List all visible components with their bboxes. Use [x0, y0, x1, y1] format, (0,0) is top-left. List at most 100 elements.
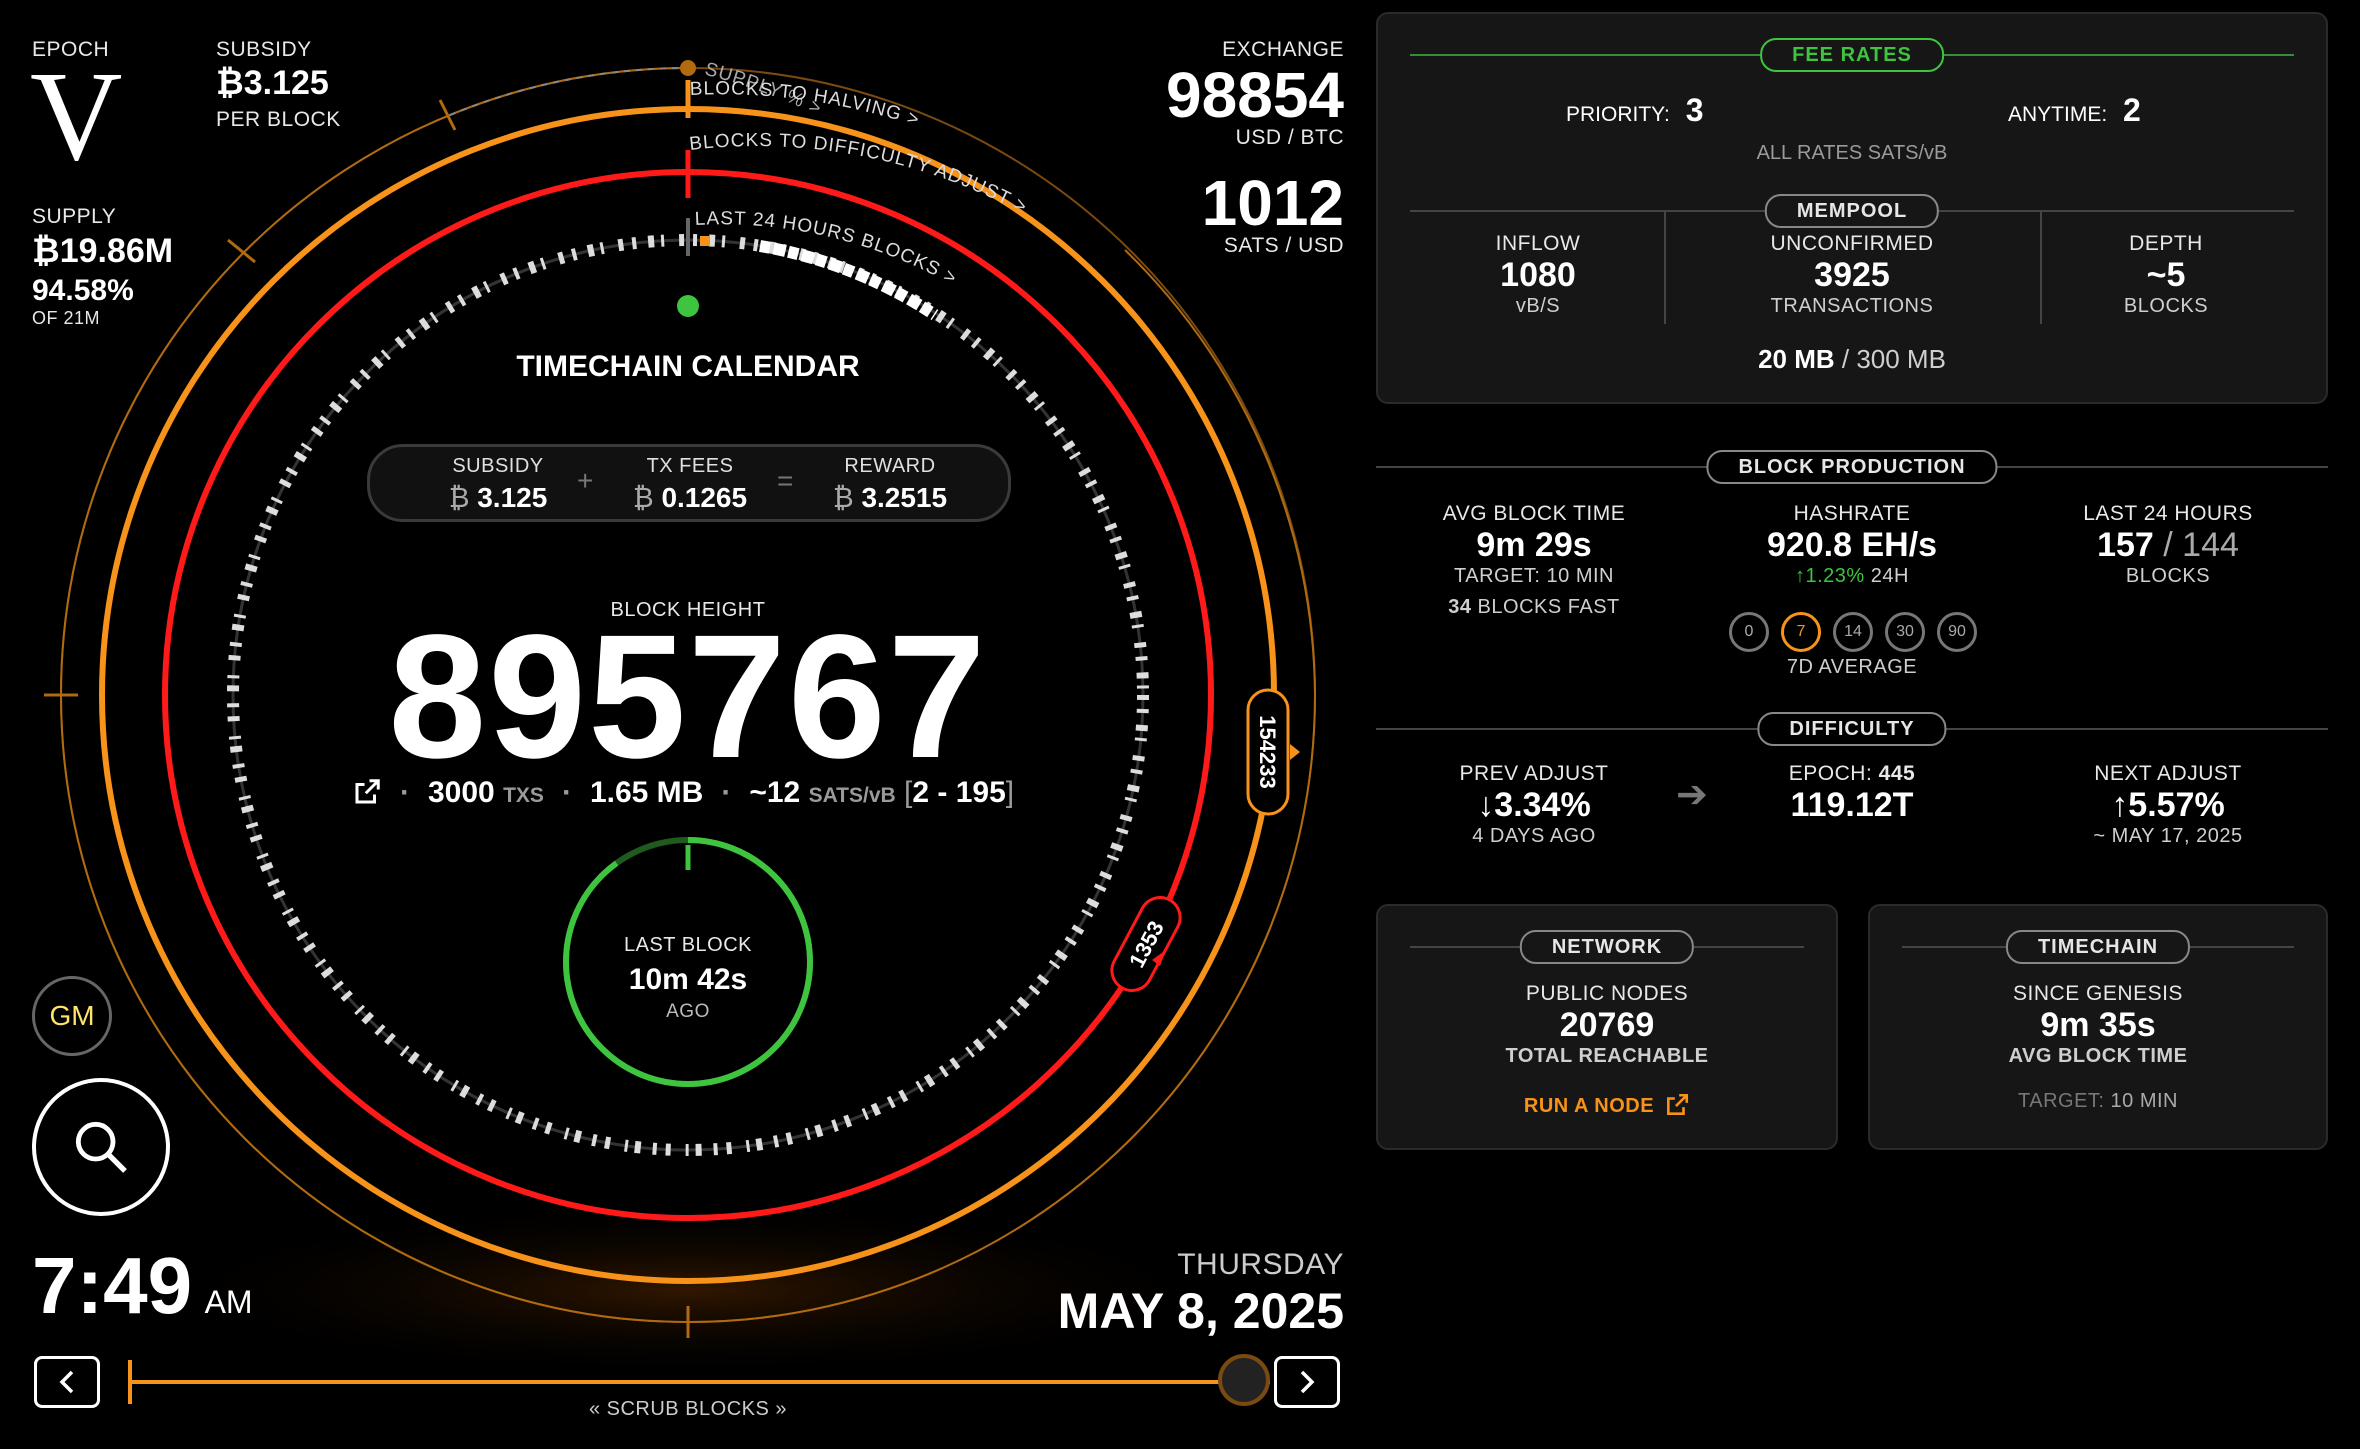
external-link-icon[interactable] — [352, 777, 382, 815]
external-link-icon — [1667, 1093, 1689, 1115]
next-adjust-label: NEXT ADJUST — [2094, 762, 2242, 785]
network-panel: NETWORK PUBLIC NODES 20769 TOTAL REACHAB… — [1376, 904, 1838, 1150]
mempool-size: 20 MB / 300 MB — [1652, 344, 2052, 375]
scrub-track[interactable] — [130, 1380, 1270, 1384]
depth-value: ~5 — [2146, 256, 2186, 294]
sats-unit: SATS / USD — [1223, 234, 1344, 257]
search-button[interactable] — [32, 1078, 170, 1216]
next-block-button[interactable] — [1274, 1356, 1340, 1408]
priority-fee: PRIORITY: 3 — [1566, 92, 1704, 129]
reward-subsidy: SUBSIDY ₿ 3.125 — [418, 455, 578, 514]
avg-option-7[interactable]: 7 — [1781, 612, 1821, 652]
live-indicator-dot — [677, 295, 699, 317]
reward-subsidy-label: SUBSIDY — [452, 455, 544, 477]
last24-arc-label: LAST 24 HOURS BLOCKS > — [694, 208, 960, 289]
last24-now-marker — [700, 236, 710, 246]
supply-of: OF 21M — [32, 308, 101, 328]
date: MAY 8, 2025 — [1057, 1283, 1344, 1339]
difficulty-current: EPOCH: 445 119.12T — [1702, 762, 2002, 825]
double-chevron-right-icon: » — [775, 1398, 788, 1420]
reward-total-label: REWARD — [844, 455, 936, 477]
mempool-col-divider — [2040, 212, 2042, 324]
mempool-title: MEMPOOL — [1764, 194, 1940, 228]
sats-per-usd: 1012 — [1201, 167, 1344, 239]
subsidy-unit: PER BLOCK — [216, 108, 341, 131]
avg-option-14[interactable]: 14 — [1833, 612, 1873, 652]
clock-ampm: AM — [204, 1284, 253, 1320]
last24-unit: BLOCKS — [2125, 565, 2211, 587]
chevron-left-icon — [59, 1370, 74, 1394]
btc-symbol: ₿ — [832, 482, 854, 513]
arrow-down-icon: ↓ — [1477, 786, 1495, 824]
avg-option-0[interactable]: 0 — [1729, 612, 1769, 652]
prev-block-button[interactable] — [34, 1356, 100, 1408]
priority-value: 3 — [1685, 92, 1704, 128]
block-fee-range: 2 - 195 — [912, 776, 1006, 809]
last24-count: 157 / 144 — [2018, 526, 2318, 565]
mempool-col-divider — [1664, 212, 1666, 324]
avg-caption: 7D AVERAGE — [1786, 656, 1918, 678]
prev-adjust-change: ↓3.34% — [1384, 786, 1684, 825]
next-adjust: NEXT ADJUST ↑5.57% ~ MAY 17, 2025 — [2018, 762, 2318, 848]
difficulty-epoch-label: EPOCH: — [1788, 762, 1873, 785]
reward-subsidy-value: 3.125 — [477, 482, 548, 513]
difficulty-title: DIFFICULTY — [1757, 712, 1947, 746]
subsidy-value: ₿3.125 — [216, 64, 329, 102]
gm-button[interactable]: GM — [32, 976, 112, 1056]
halving-badge[interactable]: 154233 — [1246, 688, 1290, 816]
reward-fees-value: 0.1265 — [661, 482, 748, 513]
scrub-handle[interactable] — [1218, 1354, 1270, 1406]
block-tx-count: 3000 — [428, 776, 495, 809]
last24-value: 157 — [2097, 526, 2154, 564]
mempool-size-total: / 300 MB — [1841, 344, 1946, 374]
since-genesis: SINCE GENESIS 9m 35s AVG BLOCK TIME — [1898, 982, 2298, 1068]
blocks-fast-label: BLOCKS FAST — [1477, 596, 1620, 618]
difficulty-badge[interactable]: 1353 — [1105, 890, 1187, 997]
timechain-target-value: 10 MIN — [2110, 1090, 2178, 1112]
network-title: NETWORK — [1519, 930, 1695, 964]
block-tx-unit: TXS — [503, 784, 544, 807]
last-24-hours: LAST 24 HOURS 157 / 144 BLOCKS — [2018, 502, 2318, 588]
block-fee-unit: SATS/vB — [808, 784, 896, 807]
last24-target: / 144 — [2163, 526, 2239, 564]
exchange-price-unit: USD / BTC — [1235, 126, 1344, 149]
fee-units-note: ALL RATES SATS/vB — [1756, 142, 1948, 164]
reward-fees: TX FEES ₿ 0.1265 — [610, 455, 770, 514]
arrow-up-icon: ↑ — [2111, 786, 2129, 824]
hashrate-change-value: 1.23% — [1805, 565, 1865, 587]
separator-dot: · — [400, 776, 410, 809]
next-adjust-change: ↑5.57% — [2018, 786, 2318, 825]
next-adjust-when: ~ MAY 17, 2025 — [2093, 825, 2243, 847]
avg-option-90[interactable]: 90 — [1937, 612, 1977, 652]
reward-total: REWARD ₿ 3.2515 — [810, 455, 970, 514]
blocks-fast-count: 34 — [1448, 596, 1472, 618]
supply-ring-marker — [680, 60, 696, 76]
weekday: THURSDAY — [1177, 1248, 1344, 1281]
equals-sign: = — [777, 465, 794, 496]
hashrate-change-period: 24H — [1870, 565, 1909, 587]
avg-option-30[interactable]: 30 — [1885, 612, 1925, 652]
block-production-title: BLOCK PRODUCTION — [1706, 450, 1998, 484]
timechain-app: { "top_left": { "epoch_label": "EPOCH", … — [0, 0, 2360, 1449]
run-node-link[interactable]: RUN A NODE — [1407, 1092, 1807, 1118]
reward-fees-label: TX FEES — [646, 455, 734, 477]
calendar-title: TIMECHAIN CALENDAR — [516, 350, 860, 383]
supply-percent: 94.58% — [32, 274, 134, 307]
since-genesis-value: 9m 35s — [2040, 1006, 2156, 1044]
double-chevron-left-icon: « — [588, 1398, 601, 1420]
arrow-up-icon: ↑ — [1795, 565, 1806, 587]
unconfirmed-unit: TRANSACTIONS — [1770, 295, 1934, 317]
unconfirmed-value: 3925 — [1814, 256, 1890, 294]
btc-symbol: ₿ — [632, 482, 654, 513]
last-block-label: LAST BLOCK — [623, 934, 753, 956]
subsidy-label: SUBSIDY — [216, 38, 312, 61]
mempool-size-used: 20 MB — [1758, 344, 1835, 374]
reward-breakdown: SUBSIDY ₿ 3.125 + TX FEES ₿ 0.1265 = REW… — [367, 444, 1011, 522]
block-details: · 3000 TXS · 1.65 MB · ~12 SATS/vB [2 - … — [352, 776, 1014, 816]
search-icon — [75, 1121, 127, 1173]
last24-label: LAST 24 HOURS — [2083, 502, 2253, 525]
separator-dot: · — [721, 776, 732, 809]
block-height: 895767 — [388, 599, 988, 795]
timechain-panel: TIMECHAIN SINCE GENESIS 9m 35s AVG BLOCK… — [1868, 904, 2328, 1150]
supply-label: SUPPLY — [32, 205, 117, 228]
